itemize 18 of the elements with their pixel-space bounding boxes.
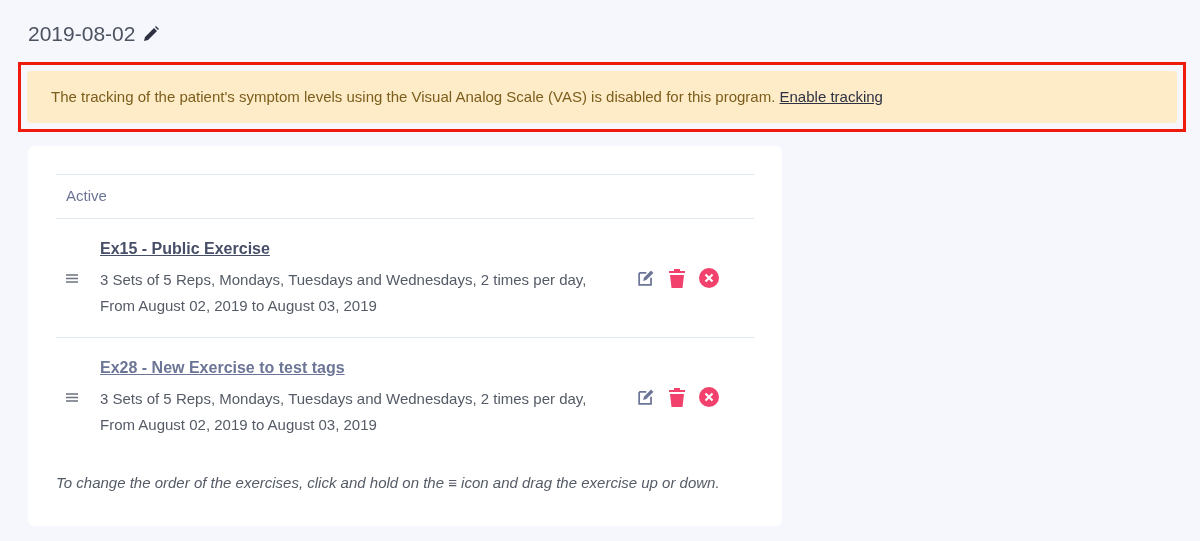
drag-handle-icon[interactable] [66, 392, 78, 402]
section-heading: Active [66, 186, 107, 207]
trash-icon[interactable] [669, 268, 685, 288]
exercise-description: 3 Sets of 5 Reps, Mondays, Tuesdays and Wednesdays, 2 times per day, From August 02, 2019 to August 03, 2019 [100, 389, 588, 435]
page-title: 2019-08-02 [28, 21, 136, 48]
enable-tracking-link[interactable]: Enable tracking [779, 87, 883, 105]
trash-icon[interactable] [669, 387, 685, 407]
exercise-description: 3 Sets of 5 Reps, Mondays, Tuesdays and Wednesdays, 2 times per day, From August 02, 2019 to August 03, 2019 [100, 270, 588, 316]
edit-icon[interactable] [636, 387, 655, 407]
drag-handle-icon[interactable] [66, 273, 78, 283]
reorder-hint: To change the order of the exercises, click and hold on the ≡ icon and drag the exercise up or down. [56, 473, 721, 493]
edit-icon[interactable] [636, 268, 655, 288]
close-icon[interactable] [699, 387, 719, 407]
alert-message: The tracking of the patient's symptom levels using the Visual Analog Scale (VAS) is disabled for this program. Enable tracking [51, 86, 883, 107]
close-icon[interactable] [699, 268, 719, 288]
pencil-icon[interactable] [143, 26, 160, 42]
exercise-link[interactable]: Ex15 - Public Exercise [100, 237, 270, 261]
exercise-link[interactable]: Ex28 - New Exercise to test tags [100, 356, 345, 380]
